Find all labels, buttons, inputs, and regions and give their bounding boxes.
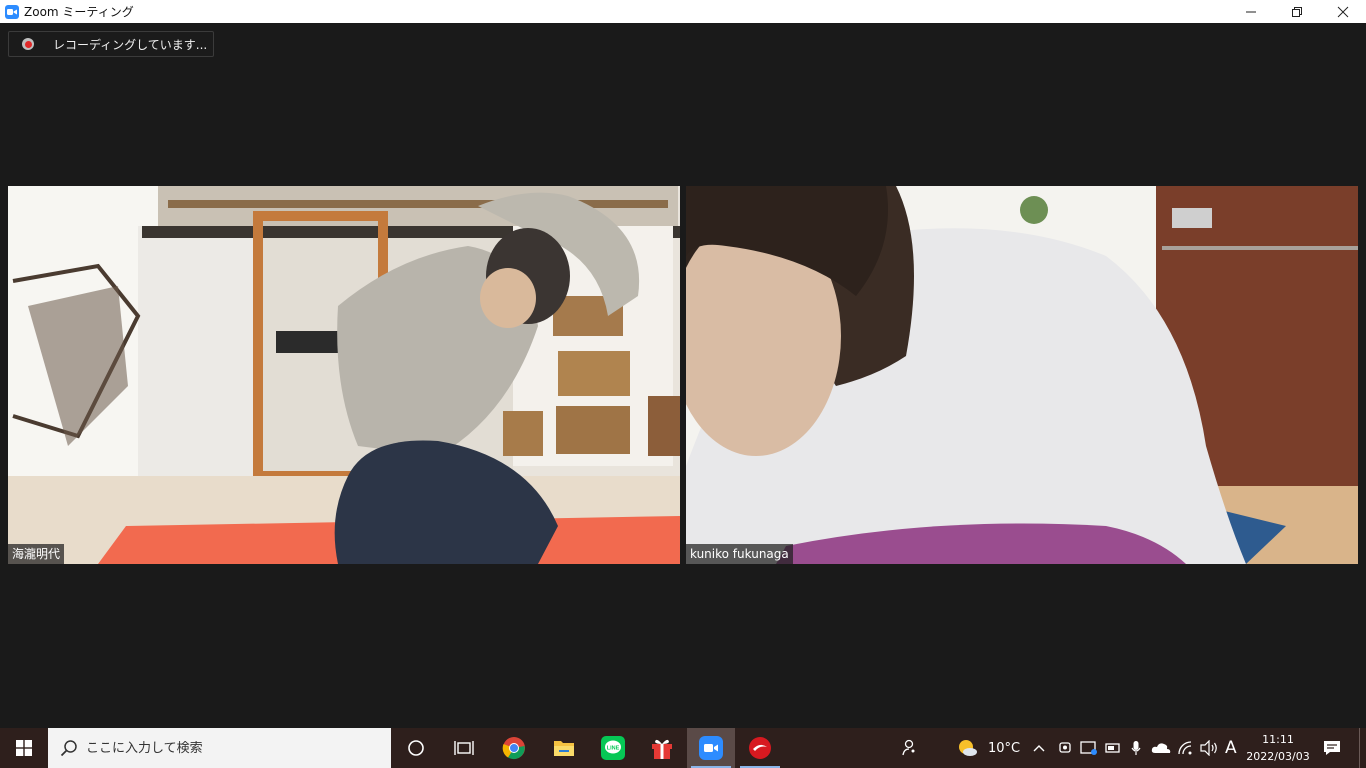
zoom-icon	[699, 736, 723, 760]
recording-status-text: レコーディングしています...	[53, 37, 208, 52]
task-view-button[interactable]	[440, 728, 488, 768]
recording-dot-icon	[22, 38, 34, 50]
clock-time: 11:11	[1262, 733, 1294, 746]
network-button[interactable]	[1177, 728, 1195, 768]
taskbar-clock[interactable]: 11:11 2022/03/03	[1238, 731, 1318, 765]
battery-button[interactable]	[1104, 728, 1122, 768]
battery-charging-icon	[1105, 743, 1120, 753]
chrome-taskbar-button[interactable]	[490, 728, 538, 768]
wifi-icon	[1178, 741, 1192, 755]
show-hidden-icons-button[interactable]	[1032, 728, 1046, 768]
chevron-up-icon	[1033, 745, 1045, 752]
microphone-button[interactable]	[1130, 728, 1142, 768]
weather-widget[interactable]: 10°C	[956, 728, 1020, 768]
trend-micro-button[interactable]	[736, 728, 784, 768]
participant-video-tile-1[interactable]: 海瀧明代	[8, 186, 680, 564]
participant-video-tile-2[interactable]: kuniko fukunaga	[686, 186, 1358, 564]
participant-video-frame	[8, 186, 680, 564]
people-button[interactable]	[896, 728, 920, 768]
tray-display-button[interactable]	[1080, 728, 1098, 768]
weather-temperature: 10°C	[988, 740, 1021, 756]
zoom-app-icon	[5, 4, 19, 19]
file-explorer-icon	[554, 741, 574, 756]
search-input[interactable]	[86, 740, 366, 756]
show-desktop-divider[interactable]	[1359, 728, 1360, 768]
notification-icon	[1324, 741, 1340, 755]
ime-mode-button[interactable]: A	[1225, 728, 1237, 768]
tray-camera-button[interactable]	[1058, 728, 1072, 768]
search-icon	[60, 740, 77, 757]
minimize-icon	[1246, 11, 1256, 12]
trend-micro-icon	[749, 737, 771, 759]
windows-logo-icon	[16, 740, 32, 756]
microphone-icon	[1131, 741, 1141, 755]
ime-indicator: A	[1225, 738, 1237, 758]
webcam-icon	[1059, 742, 1071, 753]
onedrive-cloud-icon	[1151, 743, 1171, 753]
onedrive-button[interactable]	[1151, 728, 1171, 768]
restore-icon	[1292, 6, 1302, 17]
participant-name-label: kuniko fukunaga	[686, 544, 793, 564]
line-icon: LINE	[601, 736, 625, 760]
weather-partly-sunny-icon	[959, 740, 977, 756]
taskbar-search-box[interactable]	[48, 728, 391, 768]
cortana-button[interactable]	[392, 728, 440, 768]
recording-indicator[interactable]: レコーディングしています...	[8, 31, 214, 57]
close-icon	[1337, 6, 1349, 17]
task-view-icon	[454, 741, 474, 755]
clock-date: 2022/03/03	[1246, 750, 1310, 763]
cortana-icon	[408, 740, 424, 756]
chrome-icon	[502, 737, 525, 760]
file-explorer-button[interactable]	[540, 728, 588, 768]
zoom-taskbar-button[interactable]	[687, 728, 735, 768]
gift-app-button[interactable]	[638, 728, 686, 768]
participant-video-frame	[686, 186, 1358, 564]
window-title-bar[interactable]: Zoom ミーティング	[0, 0, 1366, 23]
participant-name-label: 海瀧明代	[8, 544, 65, 564]
svg-text:LINE: LINE	[607, 746, 620, 752]
close-button[interactable]	[1320, 0, 1366, 23]
line-app-button[interactable]: LINE	[589, 728, 637, 768]
restore-button[interactable]	[1274, 0, 1320, 23]
speaker-volume-icon	[1200, 740, 1217, 756]
volume-button[interactable]	[1199, 728, 1219, 768]
people-icon	[902, 739, 915, 756]
minimize-button[interactable]	[1228, 0, 1274, 23]
display-settings-icon	[1080, 741, 1097, 755]
start-button[interactable]	[0, 728, 48, 768]
gift-icon	[652, 739, 672, 759]
action-center-button[interactable]	[1322, 728, 1342, 768]
window-title: Zoom ミーティング	[24, 5, 134, 19]
